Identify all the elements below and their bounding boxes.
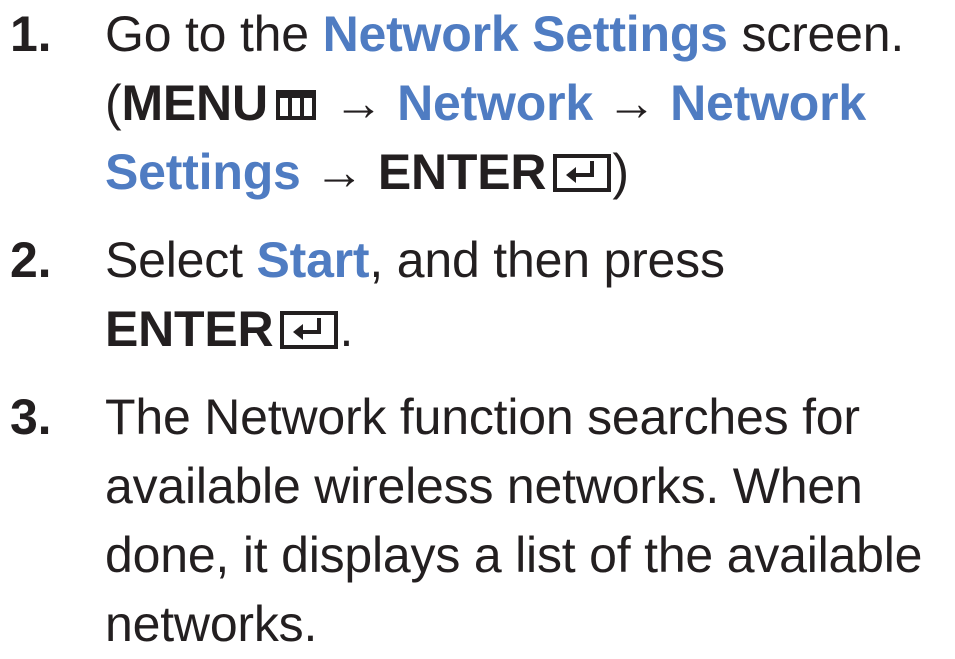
- enter-icon: [552, 153, 612, 193]
- step-text: Go to the: [105, 6, 323, 62]
- step-text: (: [105, 75, 122, 131]
- step-text: The Network function searches for availa…: [105, 389, 923, 652]
- menu-label: MENU: [121, 75, 268, 131]
- step-3: 3. The Network function searches for ava…: [10, 383, 950, 659]
- instruction-steps: 1. Go to the Network Settings screen. (M…: [10, 0, 950, 659]
- step-text: , and then press: [369, 232, 725, 288]
- step-text: ): [612, 144, 629, 200]
- start-link-text: Start: [256, 232, 370, 288]
- step-number: 2.: [10, 232, 52, 288]
- enter-icon: [279, 310, 339, 350]
- step-2: 2. Select Start, and then press ENTER.: [10, 226, 950, 364]
- step-text: screen.: [727, 6, 905, 62]
- step-number: 1.: [10, 6, 52, 62]
- arrow: →: [300, 144, 378, 200]
- arrow: →: [319, 75, 398, 131]
- step-1: 1. Go to the Network Settings screen. (M…: [10, 0, 950, 207]
- step-number: 3.: [10, 389, 52, 445]
- enter-label: ENTER: [377, 144, 547, 200]
- network-link-text: Network: [397, 75, 593, 131]
- network-settings-link-text: Network Settings: [322, 6, 728, 62]
- menu-icon: [275, 90, 316, 120]
- step-text: Select: [105, 232, 257, 288]
- step-text: .: [339, 301, 354, 357]
- arrow: →: [592, 75, 671, 131]
- enter-label: ENTER: [105, 301, 274, 357]
